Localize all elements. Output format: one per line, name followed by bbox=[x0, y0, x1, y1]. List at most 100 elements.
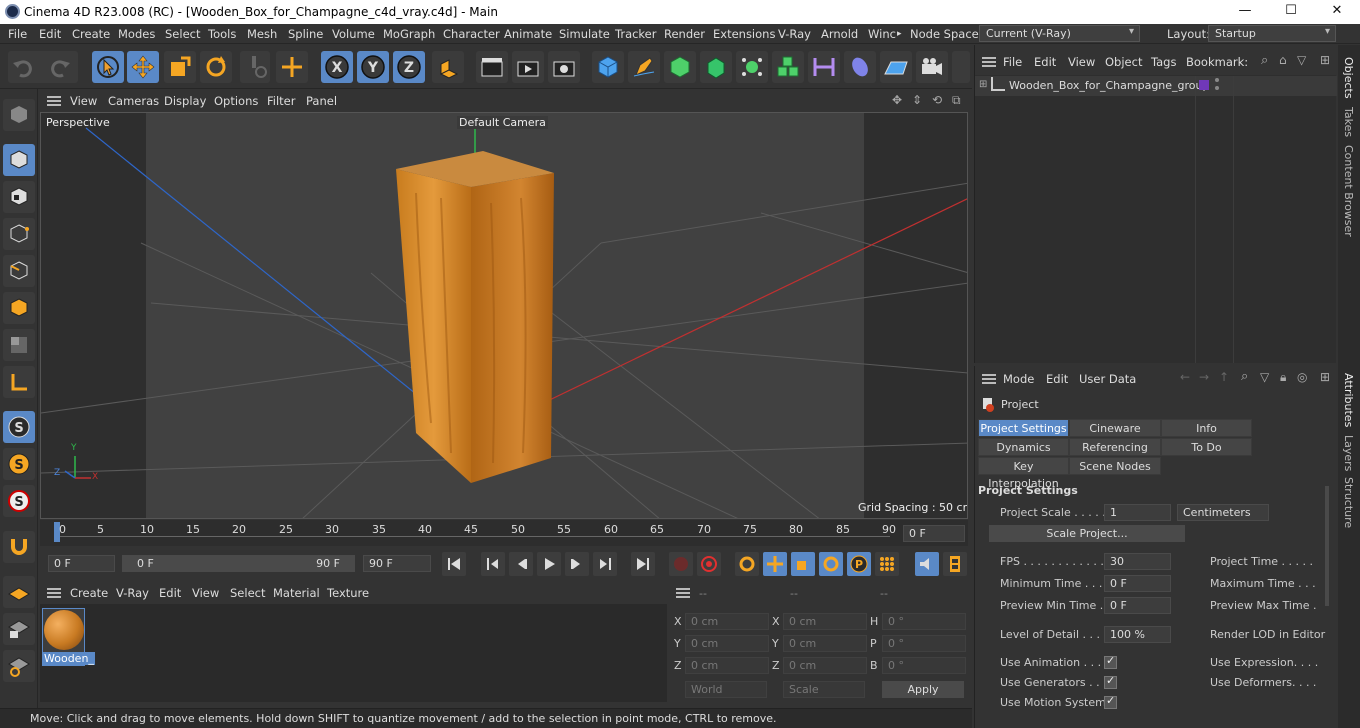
objects-menu-view[interactable]: View bbox=[1068, 55, 1095, 69]
tree-expand-icon[interactable]: ⊞ bbox=[979, 79, 987, 90]
minimum-time-field[interactable]: 0 F bbox=[1104, 575, 1171, 592]
viewport-maximize-icon[interactable]: ⧉ bbox=[952, 93, 961, 108]
menu-edit[interactable]: Edit bbox=[39, 27, 61, 41]
preview-min-time-field[interactable]: 0 F bbox=[1104, 597, 1171, 614]
tab-scene-nodes[interactable]: Scene Nodes bbox=[1069, 457, 1161, 475]
redo-icon[interactable] bbox=[46, 54, 72, 80]
floor-button[interactable] bbox=[880, 51, 912, 83]
axis-mode-button[interactable] bbox=[3, 366, 35, 398]
menu-simulate[interactable]: Simulate bbox=[559, 27, 610, 41]
visibility-render-dot[interactable] bbox=[1215, 86, 1219, 90]
close-button[interactable]: ✕ bbox=[1314, 0, 1360, 24]
material-menu-material[interactable]: Material bbox=[273, 586, 320, 600]
node-space-select[interactable]: Current (V-Ray) bbox=[979, 25, 1140, 42]
go-to-end-button[interactable] bbox=[631, 552, 655, 576]
material-menu-create[interactable]: Create bbox=[70, 586, 108, 600]
move-tool-button[interactable] bbox=[127, 51, 159, 83]
use-motion-system-checkbox[interactable] bbox=[1104, 694, 1117, 709]
make-editable-button[interactable] bbox=[3, 99, 35, 131]
objects-menu-tags[interactable]: Tags bbox=[1151, 55, 1176, 69]
menu-render[interactable]: Render bbox=[664, 27, 705, 41]
attributes-search-icon[interactable]: ⌕ bbox=[1241, 369, 1248, 384]
field-button[interactable] bbox=[844, 51, 876, 83]
tab-to-do[interactable]: To Do bbox=[1161, 438, 1252, 456]
object-name[interactable]: Wooden_Box_for_Champagne_group bbox=[1009, 79, 1210, 92]
tab-key-interpolation[interactable]: Key Interpolation bbox=[978, 457, 1069, 490]
play-button[interactable] bbox=[537, 552, 561, 576]
live-selection-button[interactable] bbox=[92, 51, 124, 83]
locked-workplane-button[interactable] bbox=[3, 613, 35, 645]
snap-button[interactable]: S bbox=[3, 411, 35, 443]
key-rotation-button[interactable] bbox=[819, 552, 843, 576]
attributes-menu-user-data[interactable]: User Data bbox=[1079, 372, 1136, 386]
material-menu-view[interactable]: View bbox=[192, 586, 219, 600]
menu-mograph[interactable]: MoGraph bbox=[383, 27, 435, 41]
back-arrow-icon[interactable]: ← bbox=[1180, 370, 1190, 384]
objects-new-panel-icon[interactable]: ⊞ bbox=[1320, 53, 1330, 67]
edge-mode-button[interactable] bbox=[3, 255, 35, 287]
coord-h-field[interactable]: 0 ° bbox=[882, 613, 966, 630]
menu-vray[interactable]: V-Ray bbox=[778, 27, 811, 41]
deformer-button[interactable] bbox=[808, 51, 840, 83]
uv-mode-button[interactable] bbox=[3, 329, 35, 361]
menu-create[interactable]: Create bbox=[72, 27, 110, 41]
preview-range-slider[interactable]: 0 F 90 F bbox=[122, 555, 355, 572]
camera-button[interactable] bbox=[916, 51, 948, 83]
layout-select[interactable]: Startup bbox=[1208, 25, 1336, 42]
transform-button[interactable] bbox=[276, 51, 308, 83]
coord-b-field[interactable]: 0 ° bbox=[882, 657, 966, 674]
array-button[interactable] bbox=[772, 51, 804, 83]
keyframe-selection-button[interactable] bbox=[735, 552, 759, 576]
coord-mode-select[interactable]: Scale bbox=[783, 681, 865, 698]
attributes-target-icon[interactable]: ◎ bbox=[1297, 370, 1307, 384]
viewport-rotate-icon[interactable]: ⟲ bbox=[932, 93, 942, 107]
polygon-mode-button[interactable] bbox=[3, 292, 35, 324]
side-tab-content-browser[interactable]: Content Browser bbox=[1342, 145, 1355, 237]
model-mode-button[interactable] bbox=[3, 144, 35, 176]
material-swatch[interactable]: Wooden_ bbox=[42, 608, 95, 666]
extrude-button[interactable] bbox=[700, 51, 732, 83]
project-scale-unit-select[interactable]: Centimeters bbox=[1177, 504, 1269, 521]
tab-info[interactable]: Info bbox=[1161, 419, 1252, 437]
coord-px-field[interactable]: 0 cm bbox=[685, 613, 769, 630]
menu-modes[interactable]: Modes bbox=[118, 27, 155, 41]
tab-dynamics[interactable]: Dynamics bbox=[978, 438, 1069, 456]
coord-py-field[interactable]: 0 cm bbox=[685, 635, 769, 652]
start-frame-field[interactable]: 0 F bbox=[48, 555, 115, 572]
viewport-pan-icon[interactable]: ✥ bbox=[892, 93, 902, 107]
coordinate-system-button[interactable] bbox=[432, 51, 464, 83]
material-menu-edit[interactable]: Edit bbox=[159, 586, 181, 600]
key-scale-button[interactable] bbox=[791, 552, 815, 576]
snap-settings-button[interactable]: S bbox=[3, 448, 35, 480]
coords-hamburger-icon[interactable] bbox=[676, 588, 690, 598]
project-scale-field[interactable]: 1 bbox=[1104, 504, 1171, 521]
menu-overflow-icon[interactable]: ▸ bbox=[897, 29, 902, 39]
menu-volume[interactable]: Volume bbox=[332, 27, 375, 41]
sound-button[interactable] bbox=[915, 552, 939, 576]
next-key-button[interactable] bbox=[593, 552, 617, 576]
viewport-projection-label[interactable]: Perspective bbox=[46, 116, 110, 129]
tab-referencing[interactable]: Referencing bbox=[1069, 438, 1161, 456]
z-axis-button[interactable]: Z bbox=[393, 51, 425, 83]
rotate-tool-button[interactable] bbox=[200, 51, 232, 83]
side-tab-layers[interactable]: Layers bbox=[1342, 435, 1355, 471]
previous-frame-button[interactable] bbox=[509, 552, 533, 576]
coord-pz-field[interactable]: 0 cm bbox=[685, 657, 769, 674]
objects-hamburger-icon[interactable] bbox=[982, 57, 996, 67]
viewport-menu-panel[interactable]: Panel bbox=[306, 94, 337, 108]
viewport-camera-label[interactable]: Default Camera bbox=[457, 116, 548, 129]
viewport-menu-cameras[interactable]: Cameras bbox=[108, 94, 159, 108]
wooden-box-model[interactable] bbox=[396, 151, 554, 483]
coord-sy-field[interactable]: 0 cm bbox=[783, 635, 867, 652]
menu-tools[interactable]: Tools bbox=[208, 27, 236, 41]
coord-p-field[interactable]: 0 ° bbox=[882, 635, 966, 652]
material-menu-select[interactable]: Select bbox=[230, 586, 265, 600]
3d-viewport[interactable]: Perspective Default Camera Grid Spacing … bbox=[40, 112, 968, 519]
scale-project-button[interactable]: Scale Project... bbox=[989, 525, 1185, 542]
side-tab-takes[interactable]: Takes bbox=[1342, 107, 1355, 137]
attributes-filter-icon[interactable]: ▽ bbox=[1260, 370, 1269, 384]
maximize-button[interactable]: ☐ bbox=[1268, 0, 1314, 24]
visibility-editor-dot[interactable] bbox=[1215, 78, 1219, 82]
render-settings-button[interactable] bbox=[548, 51, 580, 83]
pen-spline-button[interactable] bbox=[628, 51, 660, 83]
